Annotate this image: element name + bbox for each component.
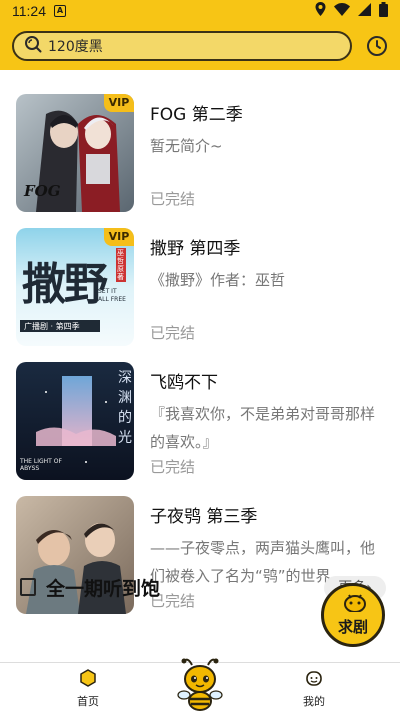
- item-status: 已完结: [150, 190, 196, 208]
- nav-mine-label: 我的: [303, 695, 325, 708]
- bee-mascot-icon: [343, 592, 367, 616]
- item-status: 已完结: [150, 458, 196, 476]
- item-description: 暂无简介~: [150, 137, 223, 155]
- vip-badge: VIP: [104, 228, 134, 246]
- notification-a-icon: A: [54, 5, 66, 17]
- location-icon: [315, 2, 326, 20]
- app-header: 120度黑: [0, 22, 400, 70]
- nav-mine[interactable]: 我的: [284, 669, 344, 709]
- list-item[interactable]: FOG VIP FOG 第二季 暂无简介~ 已完结: [16, 94, 386, 212]
- status-time: 11:24: [12, 3, 46, 19]
- search-input[interactable]: 120度黑: [48, 36, 103, 56]
- cover-title-text: 撒野: [22, 259, 108, 310]
- item-title: 撒野 第四季: [150, 239, 241, 259]
- cover-author-badge: 巫哲原著: [116, 248, 126, 282]
- nav-bee-mascot[interactable]: [174, 657, 226, 711]
- item-title: 子夜鸮 第三季: [150, 507, 258, 527]
- cover-cn-title: 深渊的光: [118, 370, 132, 446]
- home-hexagon-icon: [79, 669, 97, 691]
- section-title: 全一期听到饱: [46, 578, 161, 600]
- vip-badge: VIP: [104, 94, 134, 112]
- request-label: 求剧: [337, 618, 368, 636]
- section-book-icon: [20, 578, 36, 596]
- cover-title-text: FOG: [24, 182, 61, 200]
- item-description: 《撒野》作者：巫哲: [150, 271, 286, 289]
- nav-home-label: 首页: [77, 695, 99, 708]
- battery-icon: [379, 1, 388, 21]
- cover-season-tag: 广播剧 · 第四季: [24, 322, 80, 331]
- history-clock-icon[interactable]: [366, 35, 388, 57]
- item-description: 『我喜欢你，不是弟弟对哥哥那样的喜欢。』: [150, 405, 376, 451]
- search-icon: [24, 35, 42, 57]
- cover-subtitle: SET IT ALL FREE: [98, 288, 126, 303]
- cover-en-title: THE LIGHT OF ABYSS: [20, 458, 62, 472]
- cover-image: 撒野 SET IT ALL FREE 广播剧 · 第四季 巫哲原著 VIP: [16, 228, 134, 346]
- item-title: FOG 第二季: [150, 105, 243, 125]
- bee-mascot-icon: [177, 658, 223, 711]
- wifi-icon: [334, 2, 350, 20]
- signal-icon: [358, 2, 371, 20]
- item-status: 已完结: [150, 324, 196, 342]
- cover-image: THE LIGHT OF ABYSS 深渊的光: [16, 362, 134, 480]
- list-item[interactable]: THE LIGHT OF ABYSS 深渊的光 飞鸥不下 『我喜欢你，不是弟弟对…: [16, 362, 386, 480]
- cover-image: FOG VIP: [16, 94, 134, 212]
- bottom-nav: 首页 我的: [0, 658, 400, 711]
- search-bar[interactable]: 120度黑: [12, 31, 352, 61]
- item-title: 飞鸥不下: [150, 373, 218, 393]
- nav-home[interactable]: 首页: [58, 669, 118, 709]
- status-bar: 11:24 A: [0, 0, 400, 22]
- request-drama-button[interactable]: 求剧: [321, 583, 385, 647]
- profile-face-icon: [305, 671, 323, 691]
- list-item[interactable]: 撒野 SET IT ALL FREE 广播剧 · 第四季 巫哲原著 VIP 撒野…: [16, 228, 386, 346]
